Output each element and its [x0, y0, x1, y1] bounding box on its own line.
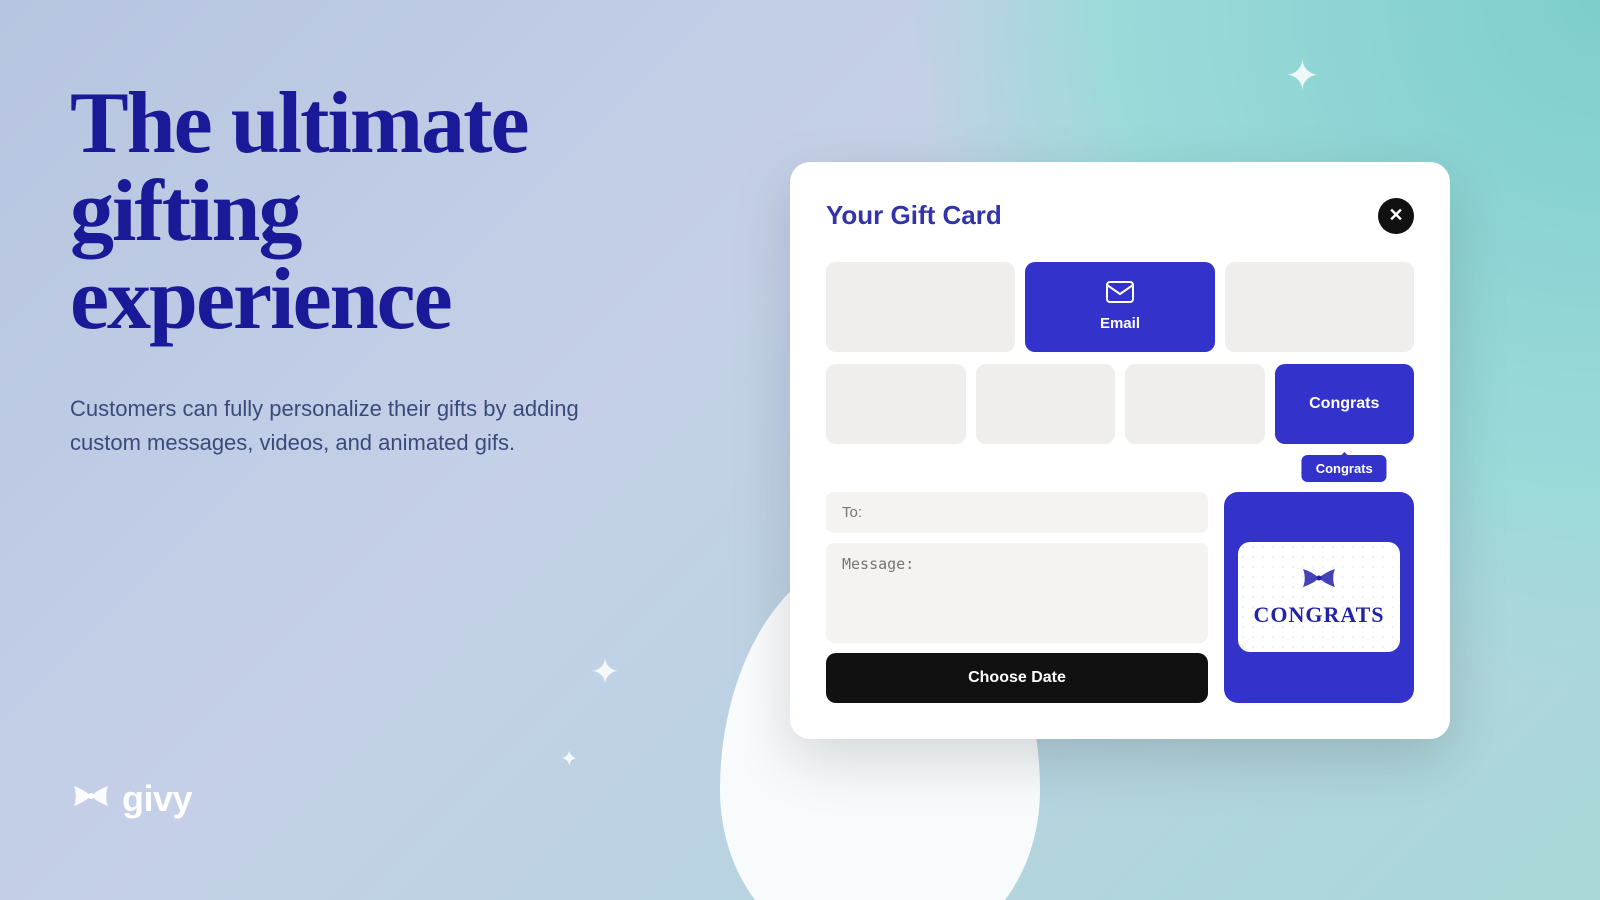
delivery-option-link[interactable] — [1225, 262, 1414, 352]
theme-option-1[interactable] — [826, 364, 966, 444]
theme-option-3[interactable] — [1125, 364, 1265, 444]
modal-header: Your Gift Card ✕ — [826, 198, 1414, 234]
to-input[interactable] — [826, 492, 1208, 533]
bow-decoration-icon — [1301, 567, 1337, 596]
logo-bow-icon — [70, 782, 112, 817]
delivery-option-email[interactable]: Email — [1025, 262, 1214, 352]
email-icon — [1106, 281, 1134, 309]
theme-option-congrats[interactable]: Congrats Congrats — [1275, 364, 1415, 444]
choose-date-button[interactable]: Choose Date — [826, 653, 1208, 703]
logo-area: givy — [70, 778, 610, 820]
hero-subtitle: Customers can fully personalize their gi… — [70, 392, 590, 460]
form-section: Choose Date — [826, 492, 1208, 703]
left-panel: The ultimate gifting experience Customer… — [0, 0, 680, 900]
delivery-option-sms[interactable] — [826, 262, 1015, 352]
hero-title: The ultimate gifting experience — [70, 80, 610, 344]
delivery-options-grid: Email — [826, 262, 1414, 352]
congrats-card-text: CONGRATS — [1253, 602, 1384, 628]
right-panel: Your Gift Card ✕ Email — [680, 0, 1600, 900]
theme-option-2[interactable] — [976, 364, 1116, 444]
theme-options-grid: Congrats Congrats — [826, 364, 1414, 444]
congrats-tooltip: Congrats — [1302, 455, 1387, 482]
congrats-theme-label: Congrats — [1275, 364, 1415, 444]
bottom-section: Choose Date CONGRATS — [826, 492, 1414, 703]
gift-card: CONGRATS — [1238, 542, 1400, 652]
card-preview: CONGRATS — [1224, 492, 1414, 703]
logo-text: givy — [122, 778, 192, 820]
email-label: Email — [1100, 315, 1140, 332]
modal-title: Your Gift Card — [826, 200, 1002, 231]
gift-card-modal: Your Gift Card ✕ Email — [790, 162, 1450, 739]
close-button[interactable]: ✕ — [1378, 198, 1414, 234]
message-textarea[interactable] — [826, 543, 1208, 643]
